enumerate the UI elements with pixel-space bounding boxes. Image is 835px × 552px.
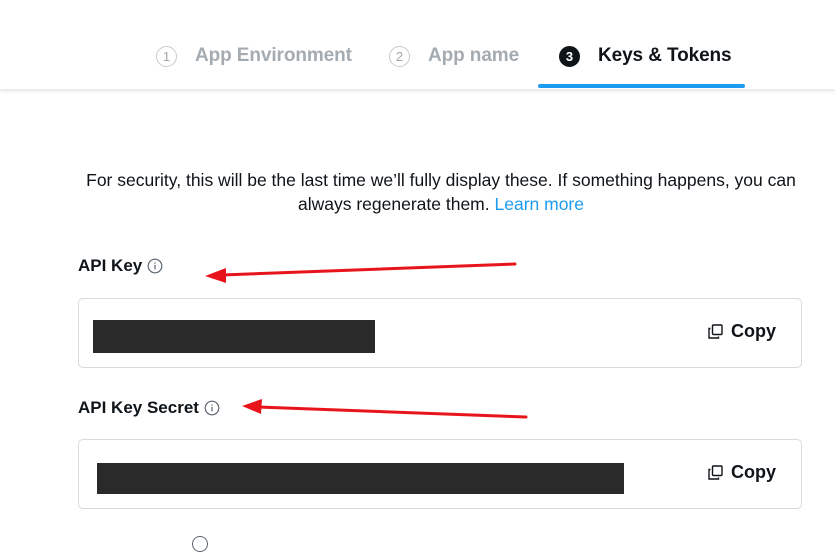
step-app-name[interactable]: 2 App name (389, 43, 519, 69)
step-label: App name (428, 45, 520, 66)
step-number: 3 (559, 45, 580, 67)
copy-icon (708, 324, 723, 339)
copy-icon (708, 465, 723, 480)
info-icon[interactable] (204, 400, 220, 416)
api-key-secret-value-redacted (97, 463, 624, 494)
annotation-arrow-2 (256, 405, 528, 419)
copy-api-key-button[interactable]: Copy (708, 321, 776, 342)
step-number: 2 (389, 45, 410, 67)
api-key-secret-box: Copy (78, 439, 802, 509)
stepper-header: 1 App Environment 2 App name 3 Keys & To… (0, 0, 835, 90)
annotation-arrow-1 (220, 262, 517, 277)
api-key-label: API Key (78, 256, 143, 275)
api-key-label-row: API Key (78, 256, 163, 276)
api-key-box: Copy (78, 298, 802, 368)
step-app-environment[interactable]: 1 App Environment (156, 43, 352, 69)
step-label: Keys & Tokens (598, 45, 732, 66)
step-label: App Environment (195, 45, 352, 66)
copy-label: Copy (731, 462, 776, 482)
api-key-secret-label: API Key Secret (78, 398, 199, 417)
info-icon-partial (192, 536, 208, 552)
info-icon[interactable] (147, 258, 163, 274)
learn-more-link[interactable]: Learn more (495, 194, 585, 214)
notice-text: For security, this will be the last time… (86, 170, 796, 214)
copy-label: Copy (731, 321, 776, 341)
step-number: 1 (156, 45, 177, 67)
api-key-secret-label-row: API Key Secret (78, 398, 220, 418)
step-keys-and-tokens[interactable]: 3 Keys & Tokens (559, 43, 732, 69)
arrow-head-2 (242, 399, 262, 414)
security-notice: For security, this will be the last time… (70, 168, 812, 216)
active-step-indicator (538, 84, 745, 88)
arrow-head-1 (205, 268, 226, 283)
api-key-value-redacted (93, 320, 375, 353)
copy-api-key-secret-button[interactable]: Copy (708, 462, 776, 483)
